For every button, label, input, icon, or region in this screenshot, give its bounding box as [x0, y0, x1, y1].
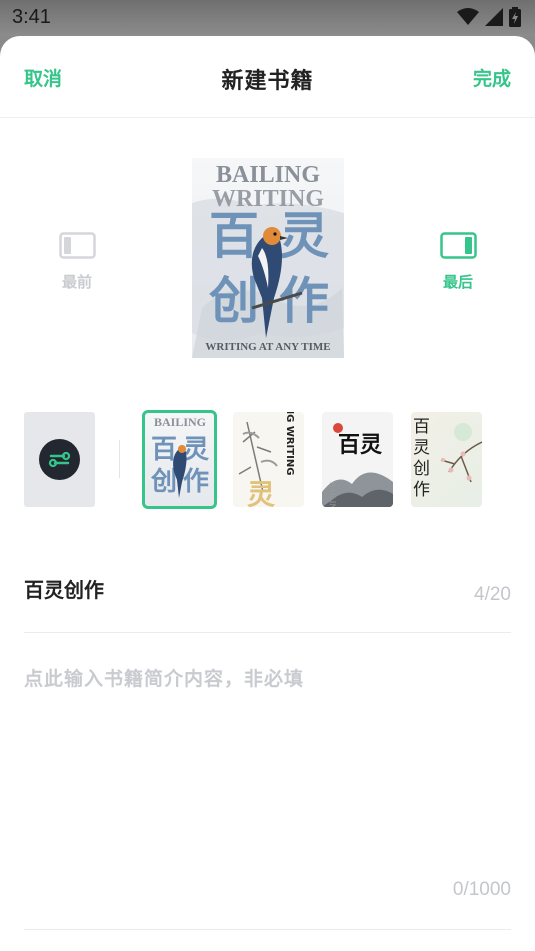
cover-line1: BAILING: [216, 162, 320, 188]
adjust-icon-bg: [39, 439, 80, 480]
divider-intro: [24, 929, 511, 930]
custom-cover-button[interactable]: [24, 412, 95, 507]
cover-option-mountain-art: 百灵 BAILING: [322, 423, 393, 507]
page-title: 新建书籍: [221, 69, 314, 94]
divider-name: [24, 632, 511, 633]
status-icons: [457, 7, 521, 27]
book-intro-count: 0/1000: [452, 879, 511, 900]
adjust-icon: [48, 451, 71, 468]
battery-charging-icon: [509, 7, 521, 27]
bamboo-text: BAILING WRITING: [284, 412, 295, 475]
cover-option-mountain[interactable]: 百灵 BAILING: [322, 412, 393, 507]
cover-char-4: 作: [279, 271, 329, 330]
cover-option-bamboo[interactable]: BAILING WRITING 灵: [233, 412, 304, 507]
cover-option-plum-art: 百灵创作: [413, 417, 482, 500]
svg-text:灵: 灵: [247, 478, 275, 507]
cover-option-bird-art: BAILING 百 灵 创 作: [150, 415, 209, 498]
panel-left-icon: [58, 232, 96, 259]
cover-char-2: 灵: [279, 206, 329, 265]
cover-option-bird[interactable]: BAILING 百 灵 创 作: [142, 410, 217, 509]
wifi-icon: [457, 8, 479, 25]
status-time: 3:41: [12, 6, 51, 28]
book-intro-input[interactable]: 点此输入书籍简介内容，非必填: [24, 664, 511, 894]
cover-option-bamboo-art: BAILING WRITING 灵: [238, 412, 295, 507]
position-last-button[interactable]: 最后: [418, 232, 498, 292]
svg-text:创: 创: [150, 467, 177, 497]
done-button[interactable]: 完成: [473, 64, 511, 91]
svg-text:BAILING: BAILING: [328, 482, 337, 507]
svg-text:BAILING: BAILING: [154, 415, 206, 429]
cover-char-1: 百: [209, 206, 259, 265]
position-first-label: 最前: [61, 273, 92, 291]
svg-text:百: 百: [151, 435, 177, 465]
panel-right-icon: [439, 232, 477, 259]
cover-option-plum[interactable]: 百灵创作: [411, 412, 482, 507]
book-name-count: 4/20: [474, 584, 511, 605]
svg-text:灵: 灵: [183, 435, 209, 465]
status-bar: 3:41: [0, 0, 535, 36]
svg-text:百灵: 百灵: [338, 432, 382, 458]
cover-artwork: BAILING WRITING 百 灵 创 作 WRITING AT ANY T…: [192, 162, 344, 358]
svg-text:作: 作: [183, 467, 209, 497]
signal-icon: [485, 8, 503, 26]
sheet-header: 取消 新建书籍 完成: [0, 36, 535, 118]
cover-char-3: 创: [209, 271, 259, 330]
position-last-label: 最后: [442, 273, 473, 291]
book-cover-preview: BAILING WRITING 百 灵 创 作 WRITING AT ANY T…: [192, 158, 344, 358]
toolbar-divider: [119, 440, 120, 478]
plum-text: 百灵创作: [413, 417, 430, 500]
new-book-sheet: 取消 新建书籍 完成 最前 BAILING WRITING 百 灵 创 作 WR…: [0, 36, 535, 951]
cover-footer: WRITING AT ANY TIME: [205, 341, 330, 353]
position-first-button[interactable]: 最前: [37, 232, 117, 292]
book-name-input[interactable]: 百灵创作: [24, 574, 104, 603]
